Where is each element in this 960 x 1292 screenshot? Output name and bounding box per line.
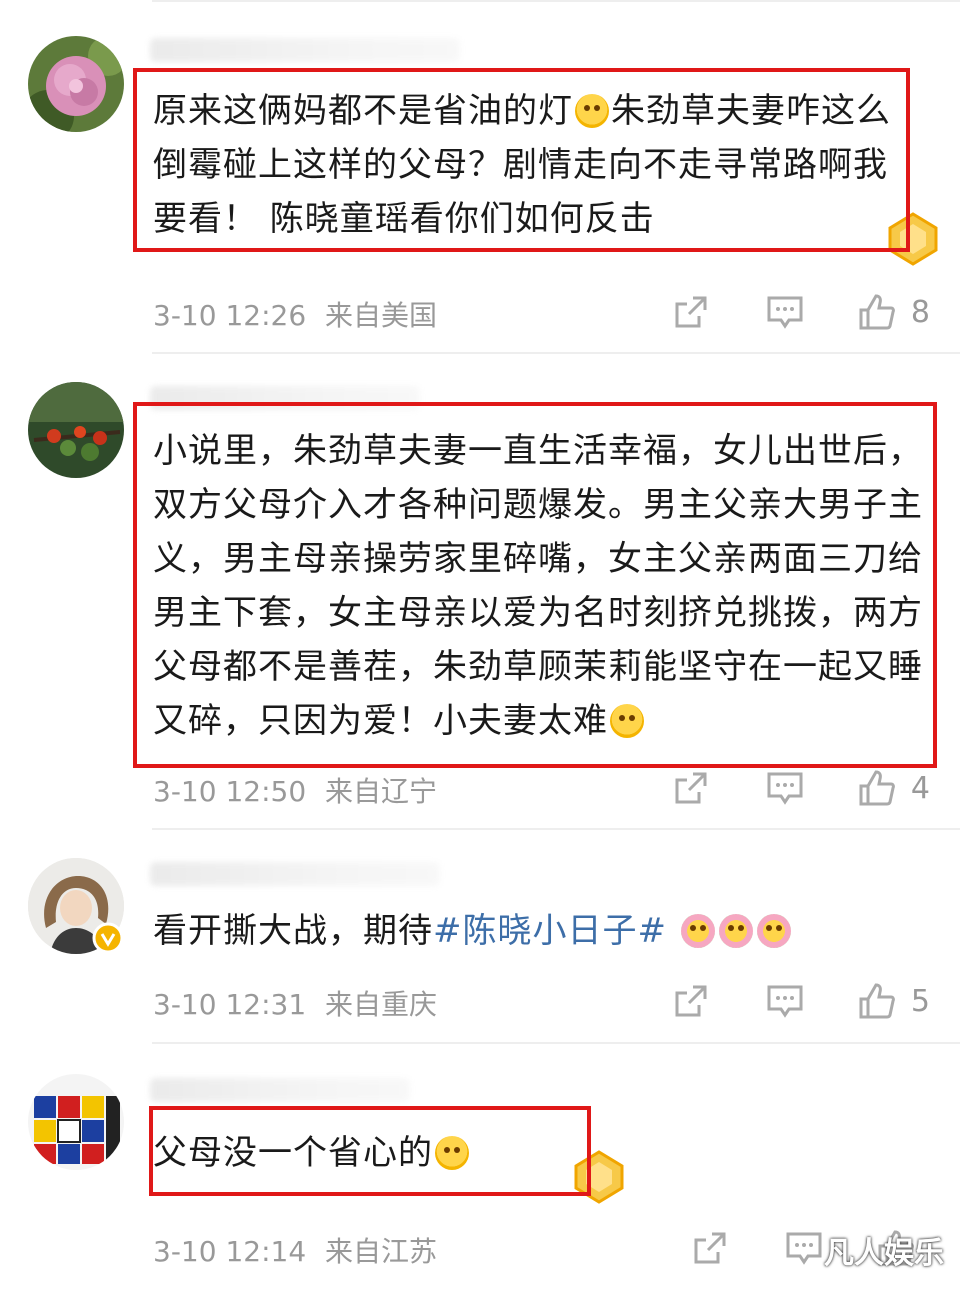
avatar[interactable] — [28, 1074, 124, 1170]
timestamp: 3-10 12:26 — [153, 299, 307, 332]
username-blurred — [150, 1078, 410, 1102]
divider — [152, 828, 960, 830]
share-icon[interactable] — [671, 768, 711, 808]
comment-icon[interactable] — [784, 1228, 824, 1268]
divider — [152, 352, 960, 354]
hashtag-link[interactable]: #陈晓小日子# — [433, 911, 667, 951]
share-icon[interactable] — [690, 1228, 730, 1268]
flower-face-emoji — [756, 914, 791, 948]
top-divider — [152, 0, 960, 2]
comment-meta: 3-10 12:26 来自美国 — [153, 294, 437, 334]
comment-meta: 3-10 12:14 来自江苏 — [153, 1230, 437, 1270]
comment-meta: 3-10 12:50 来自辽宁 — [153, 770, 437, 810]
like-icon[interactable] — [857, 981, 897, 1021]
share-icon[interactable] — [671, 292, 711, 332]
comment-icon[interactable] — [765, 768, 805, 808]
action-bar: 5 — [671, 981, 930, 1021]
location: 来自重庆 — [325, 988, 438, 1021]
watermark: 凡人娱乐 — [824, 1236, 944, 1271]
highlight-box — [149, 1106, 591, 1196]
username-blurred — [150, 38, 460, 62]
divider — [152, 1042, 960, 1044]
comment-icon[interactable] — [765, 292, 805, 332]
action-bar: 8 — [671, 292, 930, 332]
timestamp: 3-10 12:14 — [153, 1235, 307, 1268]
avatar[interactable] — [28, 382, 124, 478]
like-count: 4 — [910, 770, 930, 806]
location: 来自江苏 — [325, 1235, 438, 1268]
flower-face-emoji — [680, 914, 715, 948]
location: 来自辽宁 — [325, 775, 438, 808]
highlight-box — [133, 68, 910, 252]
username-blurred — [150, 862, 440, 886]
like-count: 5 — [910, 983, 930, 1019]
comment-icon[interactable] — [765, 981, 805, 1021]
location: 来自美国 — [325, 299, 438, 332]
verified-badge-icon — [92, 922, 124, 954]
action-bar: 4 — [671, 768, 930, 808]
comment-text: 看开撕大战，期待#陈晓小日子# — [153, 904, 933, 958]
timestamp: 3-10 12:50 — [153, 775, 307, 808]
share-icon[interactable] — [671, 981, 711, 1021]
avatar[interactable] — [28, 36, 124, 132]
like-icon[interactable] — [857, 292, 897, 332]
flower-face-emoji — [718, 914, 753, 948]
like-icon[interactable] — [857, 768, 897, 808]
highlight-box — [133, 402, 937, 768]
timestamp: 3-10 12:31 — [153, 988, 307, 1021]
comment-meta: 3-10 12:31 来自重庆 — [153, 983, 437, 1023]
like-count: 8 — [910, 294, 930, 330]
